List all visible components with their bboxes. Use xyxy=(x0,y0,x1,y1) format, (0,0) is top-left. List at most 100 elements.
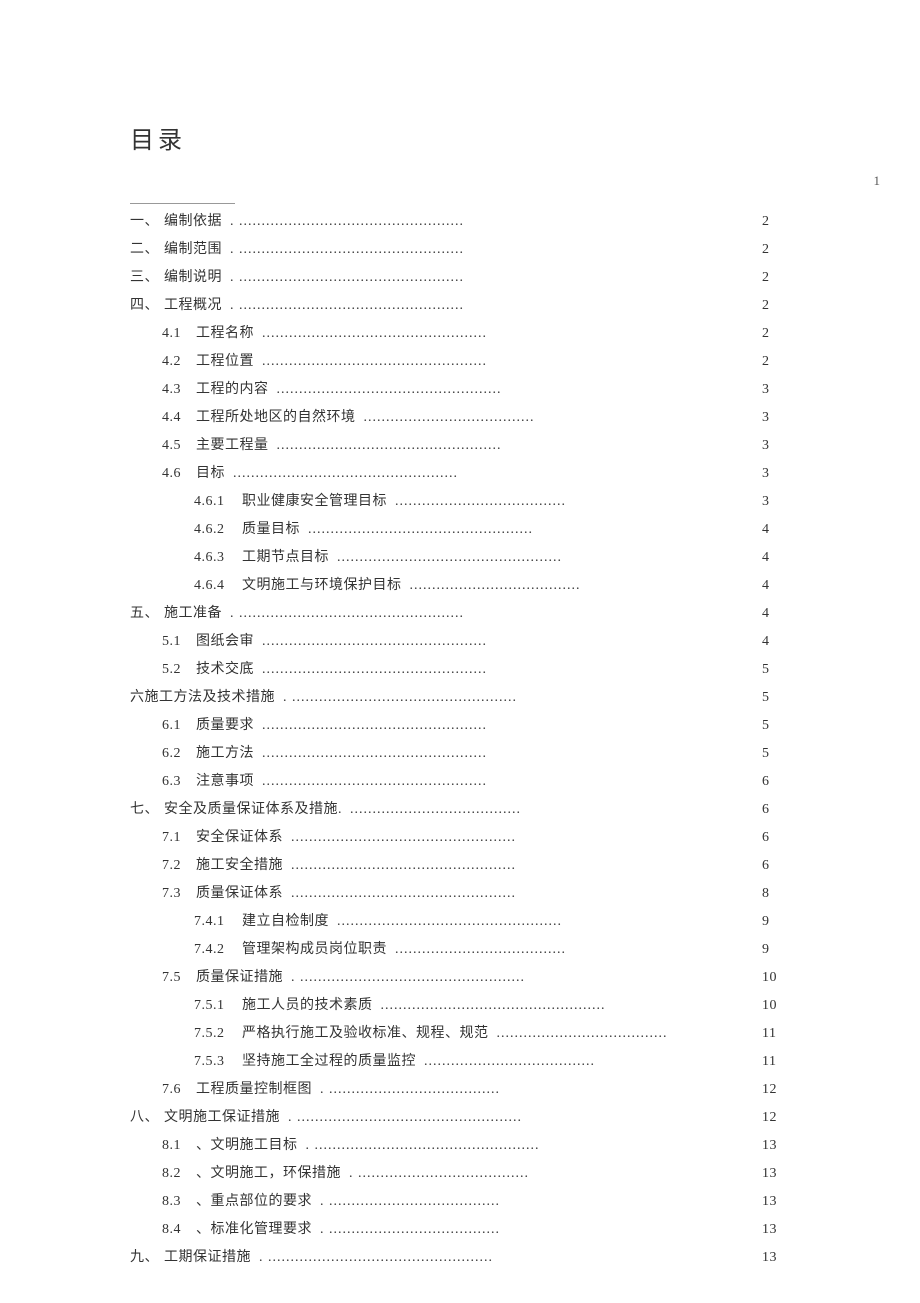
toc-entry-label: 编制依据 xyxy=(164,208,222,236)
toc-entry-page: 2 xyxy=(754,320,790,348)
toc-entry-label: 工程位置 xyxy=(196,348,254,376)
toc-entry-label: 质量保证体系 xyxy=(196,880,283,908)
toc-entry-label: 工程的内容 xyxy=(196,376,269,404)
toc-entry-label: 六施工方法及技术措施 xyxy=(130,684,275,712)
toc-entry-page: 11 xyxy=(754,1020,790,1048)
toc-entry: 7.2 施工安全措施..............................… xyxy=(130,852,790,880)
toc-entry-number: 6.2 xyxy=(162,740,192,768)
toc-entry-page: 2 xyxy=(754,264,790,292)
toc-entry: 7.1 安全保证体系..............................… xyxy=(130,824,790,852)
toc-dot-leader: ........................................… xyxy=(254,740,487,768)
toc-dot-leader: . ......................................… xyxy=(222,292,464,320)
toc-entry-label: 施工安全措施 xyxy=(196,852,283,880)
toc-entry: 6.2 施工方法................................… xyxy=(130,740,790,768)
toc-entry: 4.2 工程位置................................… xyxy=(130,348,790,376)
toc-dot-leader: ........................................… xyxy=(283,880,516,908)
toc-entry-page: 6 xyxy=(754,768,790,796)
toc-dot-leader: ........................................… xyxy=(329,908,562,936)
top-page-number: 1 xyxy=(874,173,881,189)
toc-entry-page: 3 xyxy=(754,404,790,432)
toc-entry: 七、 安全及质量保证体系及措施.........................… xyxy=(130,796,790,824)
toc-entry-label: 坚持施工全过程的质量监控 xyxy=(242,1048,416,1076)
toc-entry-page: 2 xyxy=(754,292,790,320)
toc-entry-label: 施工方法 xyxy=(196,740,254,768)
toc-entry-page: 5 xyxy=(754,712,790,740)
toc-entry-label: 文明施工与环境保护目标 xyxy=(242,572,402,600)
toc-entry: 4.5 主要工程量...............................… xyxy=(130,432,790,460)
toc-entry: 4.6.3 工期节点目标............................… xyxy=(130,544,790,572)
toc-entry-label: 注意事项 xyxy=(196,768,254,796)
toc-entry: 5.2 技术交底................................… xyxy=(130,656,790,684)
toc-entry-number: 二、 xyxy=(130,236,160,264)
toc-entry: 8.1 、文明施工目标. ...........................… xyxy=(130,1132,790,1160)
toc-entry: 7.6 工程质量控制框图. ..........................… xyxy=(130,1076,790,1104)
toc-entry-page: 5 xyxy=(754,656,790,684)
toc-entry: 4.6.2 质量目标..............................… xyxy=(130,516,790,544)
toc-entry: 4.4 工程所处地区的自然环境.........................… xyxy=(130,404,790,432)
toc-dot-leader: ........................................… xyxy=(283,824,516,852)
toc-entry-number: 5.2 xyxy=(162,656,192,684)
toc-entry: 4.3 工程的内容...............................… xyxy=(130,376,790,404)
toc-entry-number: 7.6 xyxy=(162,1076,192,1104)
toc-dot-leader: ...................................... xyxy=(387,936,566,964)
toc-entry-label: 工期节点目标 xyxy=(242,544,329,572)
toc-entry-page: 4 xyxy=(754,544,790,572)
toc-dot-leader: ...................................... xyxy=(489,1020,668,1048)
toc-entry-label: 严格执行施工及验收标准、规程、规范 xyxy=(242,1020,489,1048)
toc-entry-label: 目标 xyxy=(196,460,225,488)
toc-dot-leader: ........................................… xyxy=(254,628,487,656)
toc-entry-label: 文明施工保证措施 xyxy=(164,1104,280,1132)
toc-entry-page: 3 xyxy=(754,488,790,516)
toc-dot-leader: ...................................... xyxy=(356,404,535,432)
title-underline xyxy=(130,203,235,204)
toc-entry-label: 、重点部位的要求 xyxy=(196,1188,312,1216)
toc-entry-number: 4.2 xyxy=(162,348,192,376)
toc-dot-leader: ...................................... xyxy=(416,1048,595,1076)
toc-entry-label: 建立自检制度 xyxy=(242,908,329,936)
table-of-contents: 一、 编制依据. ...............................… xyxy=(130,208,790,1272)
toc-entry: 四、 工程概况. ...............................… xyxy=(130,292,790,320)
toc-dot-leader: . ......................................… xyxy=(280,1104,522,1132)
toc-dot-leader: . ......................................… xyxy=(283,964,525,992)
toc-dot-leader: ........................................… xyxy=(269,432,502,460)
toc-dot-leader: . ......................................… xyxy=(251,1244,493,1272)
toc-entry-page: 2 xyxy=(754,348,790,376)
toc-entry-page: 5 xyxy=(754,684,790,712)
toc-entry-number: 6.1 xyxy=(162,712,192,740)
toc-entry-page: 9 xyxy=(754,936,790,964)
toc-dot-leader: . ......................................… xyxy=(222,208,464,236)
toc-entry: 4.1 工程名称................................… xyxy=(130,320,790,348)
toc-dot-leader: ........................................… xyxy=(300,516,533,544)
toc-entry-number: 4.6.2 xyxy=(194,516,238,544)
page-title: 目录 xyxy=(130,120,790,155)
toc-dot-leader: ........................................… xyxy=(269,376,502,404)
toc-dot-leader: ........................................… xyxy=(373,992,606,1020)
toc-entry: 4.6 目标..................................… xyxy=(130,460,790,488)
toc-entry-number: 九、 xyxy=(130,1244,160,1272)
toc-entry-page: 4 xyxy=(754,516,790,544)
toc-entry-number: 8.4 xyxy=(162,1216,192,1244)
toc-entry-page: 3 xyxy=(754,432,790,460)
toc-entry: 7.5 质量保证措施. ............................… xyxy=(130,964,790,992)
toc-entry-page: 4 xyxy=(754,600,790,628)
toc-entry-number: 五、 xyxy=(130,600,160,628)
toc-entry-label: 、标准化管理要求 xyxy=(196,1216,312,1244)
toc-dot-leader: . ......................................… xyxy=(298,1132,540,1160)
toc-entry-label: 编制范围 xyxy=(164,236,222,264)
toc-entry: 8.3 、重点部位的要求. ..........................… xyxy=(130,1188,790,1216)
toc-entry-page: 6 xyxy=(754,824,790,852)
toc-dot-leader: ........................................… xyxy=(254,712,487,740)
toc-entry-label: 质量目标 xyxy=(242,516,300,544)
toc-entry: 一、 编制依据. ...............................… xyxy=(130,208,790,236)
toc-entry-number: 8.1 xyxy=(162,1132,192,1160)
toc-entry-page: 13 xyxy=(754,1244,790,1272)
toc-dot-leader: ........................................… xyxy=(254,768,487,796)
toc-entry-label: 工程概况 xyxy=(164,292,222,320)
toc-entry-label: 施工人员的技术素质 xyxy=(242,992,373,1020)
toc-entry-number: 一、 xyxy=(130,208,160,236)
toc-entry-number: 7.5 xyxy=(162,964,192,992)
toc-entry-number: 5.1 xyxy=(162,628,192,656)
toc-entry-number: 三、 xyxy=(130,264,160,292)
toc-entry-number: 7.4.2 xyxy=(194,936,238,964)
toc-dot-leader: ...................................... xyxy=(387,488,566,516)
